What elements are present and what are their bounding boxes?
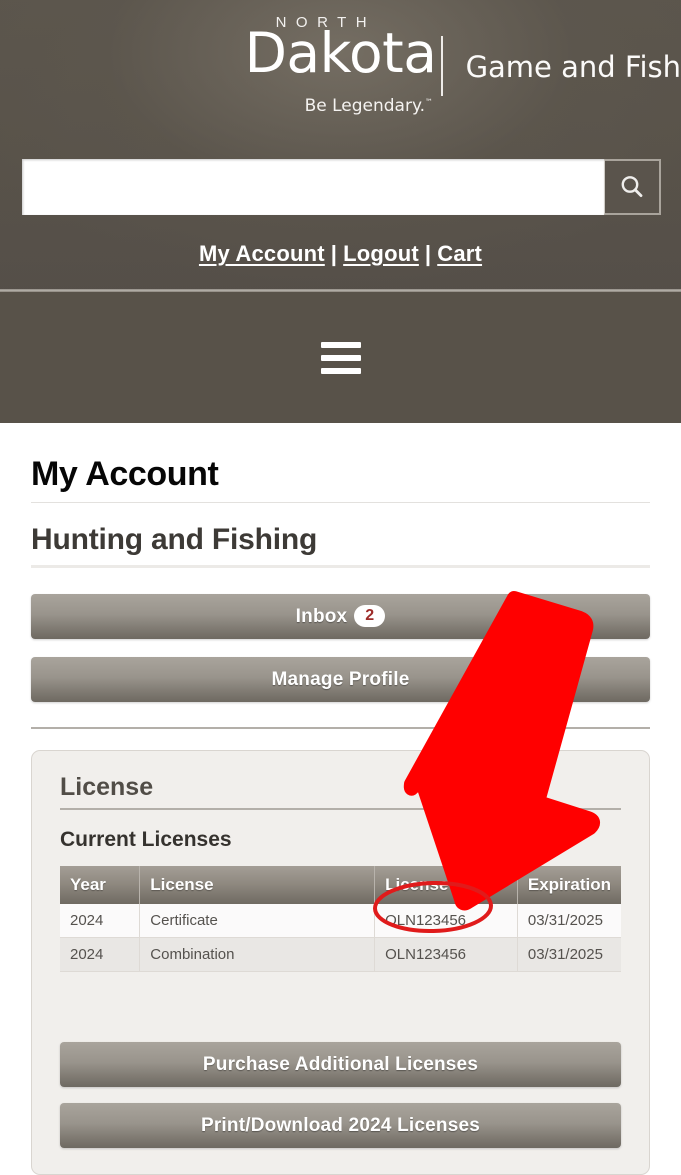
table-row: 2024 Certificate OLN123456 03/31/2025	[60, 904, 621, 938]
column-header-license: License	[139, 866, 376, 904]
logo-trademark: ™	[424, 97, 433, 107]
logo-agency-text: Game and Fish	[465, 50, 681, 84]
cell-expiration: 03/31/2025	[517, 904, 621, 938]
cell-license-number: OLN123456	[374, 904, 518, 938]
column-header-year: Year	[60, 866, 141, 904]
content-divider	[31, 727, 650, 729]
logo-tagline: Be Legendary.™	[305, 96, 433, 116]
cell-license-number: OLN123456	[374, 937, 518, 972]
logo-tagline-text: Be Legendary.	[304, 96, 425, 116]
table-row: 2024 Combination OLN123456 03/31/2025	[60, 937, 621, 972]
license-actions: Purchase Additional Licenses Print/Downl…	[60, 1042, 621, 1148]
print-button-label: Print/Download 2024 Licenses	[200, 1114, 481, 1136]
nav-separator-2: |	[424, 241, 432, 266]
licenses-table: Year License License # Expiration 2024 C…	[60, 866, 621, 972]
print-download-licenses-button[interactable]: Print/Download 2024 Licenses	[60, 1103, 621, 1148]
search-icon	[618, 173, 646, 201]
search-button[interactable]	[604, 159, 661, 215]
nav-link-logout[interactable]: Logout	[343, 241, 419, 266]
mobile-navbar	[0, 292, 681, 423]
section-title: Hunting and Fishing	[31, 523, 318, 556]
cell-year: 2024	[60, 904, 141, 938]
logo-divider	[440, 36, 443, 96]
manage-profile-button[interactable]: Manage Profile	[31, 657, 650, 702]
manage-profile-button-label: Manage Profile	[271, 668, 410, 690]
inbox-button[interactable]: Inbox 2	[31, 594, 650, 639]
hamburger-bar-2	[320, 354, 361, 361]
search-input[interactable]	[22, 159, 604, 215]
inbox-count-badge: 2	[354, 605, 386, 627]
license-card: License Current Licenses Year License Li…	[31, 750, 650, 1175]
site-logo[interactable]: NORTH Dakota Game and Fish Be Legendary.…	[0, 14, 681, 116]
logo-north-text: NORTH	[275, 14, 377, 31]
main-content: My Account Hunting and Fishing Inbox 2 Ma…	[0, 423, 681, 1175]
cell-license: Combination	[139, 937, 376, 972]
column-header-license-number: License #	[374, 866, 518, 904]
search-bar	[22, 159, 661, 215]
hamburger-bar-3	[320, 367, 361, 374]
inbox-button-label: Inbox	[295, 606, 348, 627]
current-licenses-subtitle: Current Licenses	[60, 828, 232, 851]
hamburger-menu-icon[interactable]	[320, 341, 361, 374]
page-title: My Account	[31, 455, 219, 493]
nav-separator-1: |	[330, 241, 338, 266]
license-card-title: License	[60, 773, 154, 801]
logo-dakota-text: Dakota	[244, 21, 437, 85]
nav-link-my-account[interactable]: My Account	[199, 241, 325, 266]
nav-link-cart[interactable]: Cart	[437, 241, 482, 266]
cell-year: 2024	[60, 937, 141, 972]
table-header-row: Year License License # Expiration	[60, 866, 621, 904]
site-header: NORTH Dakota Game and Fish Be Legendary.…	[0, 0, 681, 292]
purchase-additional-licenses-button[interactable]: Purchase Additional Licenses	[60, 1042, 621, 1087]
cell-license: Certificate	[139, 904, 376, 938]
section-title-divider	[31, 565, 650, 568]
cell-expiration: 03/31/2025	[517, 937, 621, 972]
hamburger-bar-1	[320, 341, 361, 348]
purchase-button-label: Purchase Additional Licenses	[202, 1053, 479, 1075]
column-header-expiration: Expiration	[517, 866, 621, 904]
header-nav-links: My Account | Logout | Cart	[0, 241, 681, 267]
